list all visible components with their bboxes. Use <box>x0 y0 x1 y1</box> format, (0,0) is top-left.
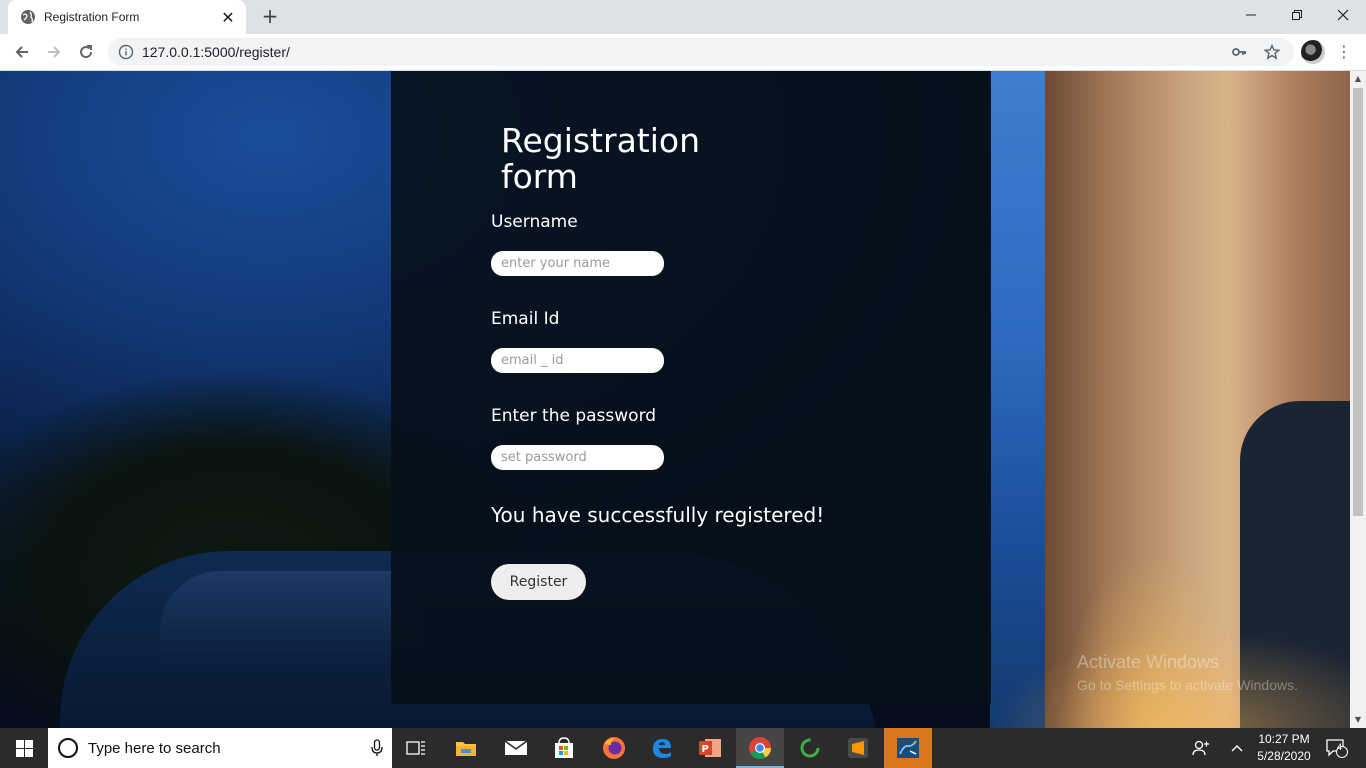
notification-count: 4 <box>1337 742 1343 752</box>
url-text: 127.0.0.1:5000/register/ <box>142 44 290 60</box>
tab-close-icon[interactable]: ✕ <box>220 8 236 27</box>
powerpoint-icon[interactable]: P <box>686 728 734 768</box>
windows-logo-icon <box>15 739 33 757</box>
globe-icon <box>21 10 35 24</box>
address-bar[interactable]: 127.0.0.1:5000/register/ <box>108 38 1294 66</box>
loading-app-icon[interactable] <box>786 728 834 768</box>
firefox-icon[interactable] <box>590 728 638 768</box>
page-scrollbar[interactable]: ▲ ▼ <box>1350 71 1366 728</box>
restore-button[interactable] <box>1274 0 1320 30</box>
mysql-workbench-icon[interactable] <box>884 728 932 768</box>
store-icon[interactable] <box>540 728 588 768</box>
profile-avatar[interactable] <box>1301 40 1325 64</box>
mail-icon[interactable] <box>492 728 540 768</box>
reload-button[interactable] <box>74 40 98 64</box>
forward-button[interactable] <box>42 40 66 64</box>
action-center-icon[interactable]: 4 <box>1322 728 1352 768</box>
browser-tab[interactable]: Registration Form ✕ <box>8 0 246 34</box>
password-label: Enter the password <box>491 406 657 426</box>
search-placeholder: Type here to search <box>88 739 221 757</box>
activate-windows-subtitle: Go to Settings to activate Windows. <box>1077 677 1298 693</box>
reload-icon <box>80 45 93 59</box>
register-button[interactable]: Register <box>491 564 586 600</box>
close-icon <box>1337 9 1349 21</box>
sublime-text-icon[interactable] <box>834 728 882 768</box>
form-title: Registration form <box>501 121 700 196</box>
star-icon[interactable] <box>1261 41 1283 63</box>
clock-date: 5/28/2020 <box>1257 749 1311 763</box>
background-car-window <box>160 571 420 661</box>
scroll-thumb[interactable] <box>1353 88 1363 516</box>
username-input[interactable] <box>491 251 664 276</box>
chevron-up-icon[interactable] <box>1222 728 1252 768</box>
success-message: You have successfully registered! <box>491 503 825 527</box>
svg-text:P: P <box>702 744 709 755</box>
email-input[interactable] <box>491 348 664 373</box>
windows-taskbar: Type here to search P 10:27 PM 5/28/2020… <box>0 728 1366 768</box>
back-arrow-icon <box>15 46 28 58</box>
password-input[interactable] <box>491 445 664 470</box>
new-tab-button[interactable]: + <box>258 4 282 28</box>
scroll-down-icon[interactable]: ▼ <box>1350 712 1366 728</box>
microphone-icon[interactable] <box>362 733 392 763</box>
activate-windows-title: Activate Windows <box>1077 652 1220 672</box>
edge-icon[interactable] <box>638 728 686 768</box>
email-label: Email Id <box>491 309 560 329</box>
start-button[interactable] <box>0 728 48 768</box>
people-icon[interactable] <box>1186 728 1216 768</box>
browser-menu-icon[interactable]: ⋮ <box>1336 41 1352 63</box>
key-icon[interactable] <box>1228 41 1250 63</box>
scroll-up-icon[interactable]: ▲ <box>1350 71 1366 87</box>
tab-title: Registration Form <box>44 10 140 24</box>
browser-toolbar: 127.0.0.1:5000/register/ <box>0 34 1366 71</box>
taskbar-search-box[interactable]: Type here to search <box>48 728 392 768</box>
cortana-icon <box>58 738 78 758</box>
system-clock[interactable]: 10:27 PM 5/28/2020 <box>1254 731 1314 765</box>
minimize-button[interactable] <box>1228 0 1274 30</box>
info-icon[interactable] <box>118 44 134 60</box>
page-viewport: Registration form Username Email Id Ente… <box>0 71 1350 728</box>
clock-time: 10:27 PM <box>1258 732 1310 746</box>
username-label: Username <box>491 212 578 232</box>
back-button[interactable] <box>10 40 34 64</box>
restore-icon <box>1292 10 1302 20</box>
task-view-icon[interactable] <box>392 728 440 768</box>
chrome-icon[interactable] <box>736 728 784 768</box>
window-close-button[interactable] <box>1320 0 1366 30</box>
browser-tabstrip: Registration Form ✕ + <box>0 0 1366 34</box>
registration-panel: Registration form Username Email Id Ente… <box>391 71 991 704</box>
forward-arrow-icon <box>48 46 61 58</box>
file-explorer-icon[interactable] <box>442 728 490 768</box>
minimize-icon <box>1246 14 1256 16</box>
